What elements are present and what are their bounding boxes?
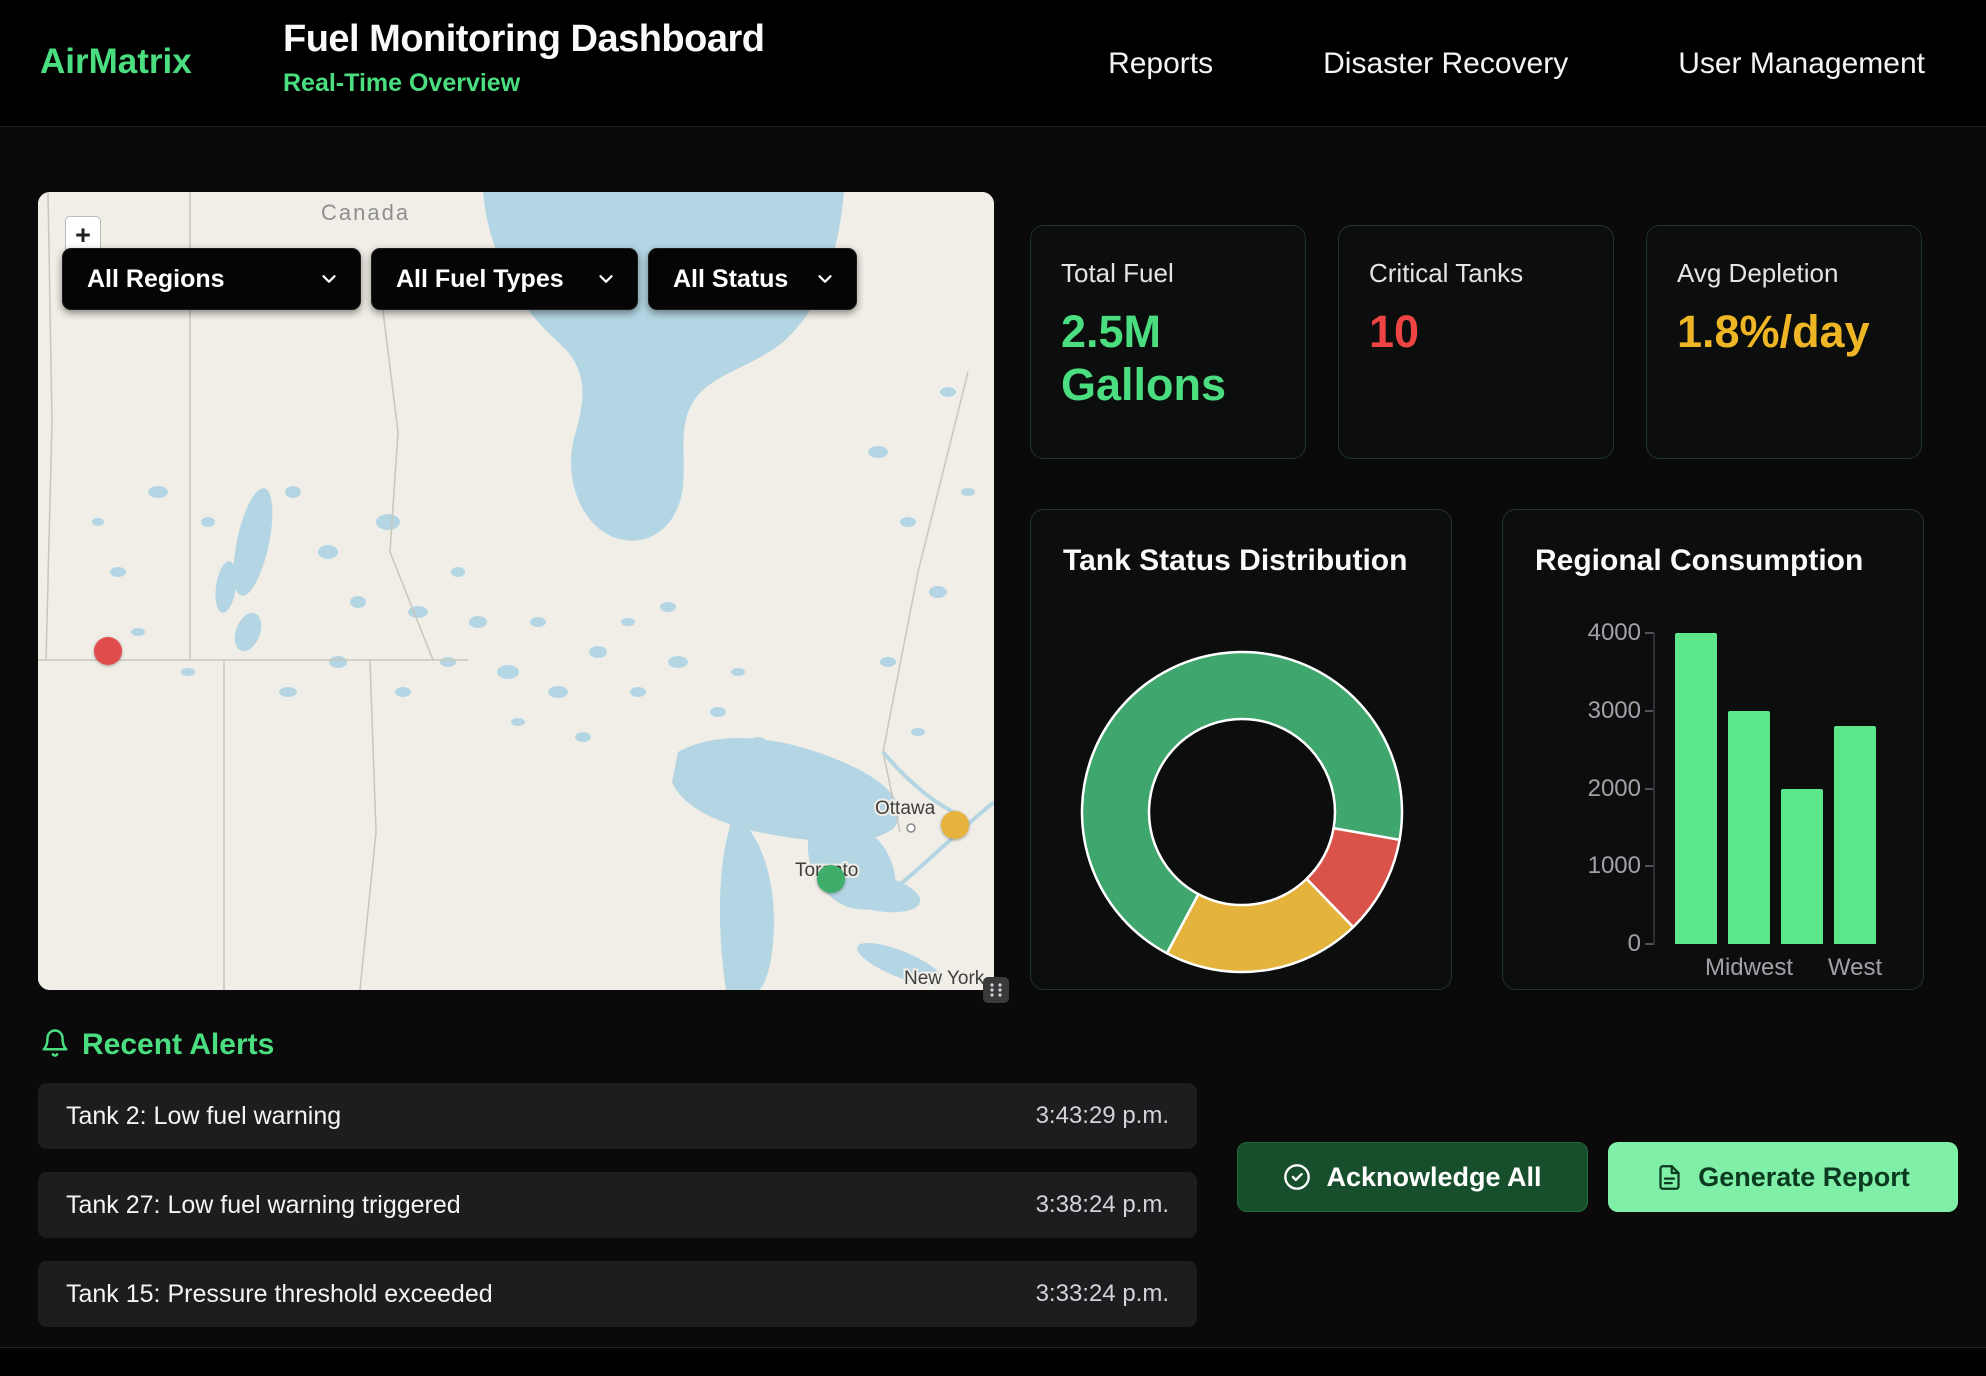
map-label-canada: Canada xyxy=(321,200,410,225)
chevron-down-icon xyxy=(595,268,617,290)
map-panel[interactable]: Canada Ottawa Toronto New York + All Reg… xyxy=(38,192,994,990)
alert-time: 3:33:24 p.m. xyxy=(1036,1280,1169,1308)
fuel-type-filter-value: All Fuel Types xyxy=(396,265,564,294)
stat-card-avg-depletion: Avg Depletion 1.8%/day xyxy=(1646,225,1922,459)
stat-label: Avg Depletion xyxy=(1677,258,1891,289)
alert-row[interactable]: Tank 2: Low fuel warning 3:43:29 p.m. xyxy=(38,1083,1197,1149)
stat-label: Critical Tanks xyxy=(1369,258,1583,289)
consumption-bar-2 xyxy=(1781,789,1823,945)
y-axis-tick-label: 3000 xyxy=(1563,697,1641,725)
stat-value-total-fuel: 2.5M Gallons xyxy=(1061,305,1275,411)
stat-value-critical-tanks: 10 xyxy=(1369,305,1583,358)
donut-chart-title: Tank Status Distribution xyxy=(1063,544,1407,578)
fuel-type-filter-dropdown[interactable]: All Fuel Types xyxy=(371,248,638,310)
consumption-bar-1 xyxy=(1728,711,1770,944)
status-filter-dropdown[interactable]: All Status xyxy=(648,248,857,310)
report-document-icon xyxy=(1656,1164,1683,1191)
recent-alerts-heading: Recent Alerts xyxy=(82,1028,274,1062)
x-axis-tick-label: Midwest xyxy=(1705,954,1793,982)
y-axis-tick-label: 4000 xyxy=(1563,619,1641,647)
footer-bar xyxy=(0,1347,1986,1376)
map-label-new-york: New York xyxy=(904,968,985,989)
map-marker-critical[interactable] xyxy=(94,637,122,665)
chevron-down-icon xyxy=(318,268,340,290)
status-filter-value: All Status xyxy=(673,265,788,294)
nav-reports[interactable]: Reports xyxy=(1108,47,1213,81)
generate-report-label: Generate Report xyxy=(1698,1162,1910,1193)
bar-chart-title: Regional Consumption xyxy=(1535,544,1863,578)
map-marker-normal[interactable] xyxy=(817,865,845,893)
region-filter-value: All Regions xyxy=(87,265,225,294)
consumption-bar-3 xyxy=(1834,726,1876,944)
y-axis-tick-label: 0 xyxy=(1563,930,1641,958)
app-header: AirMatrix Fuel Monitoring Dashboard Real… xyxy=(0,0,1986,127)
alert-row[interactable]: Tank 27: Low fuel warning triggered 3:38… xyxy=(38,1172,1197,1238)
y-axis-tick-label: 2000 xyxy=(1563,775,1641,803)
map-label-ottawa: Ottawa xyxy=(875,798,936,819)
nav-user-management[interactable]: User Management xyxy=(1678,47,1925,81)
chevron-down-icon xyxy=(814,268,836,290)
alert-time: 3:43:29 p.m. xyxy=(1036,1102,1169,1130)
map-canvas: Canada Ottawa Toronto New York xyxy=(38,192,994,990)
grip-dots-icon xyxy=(988,982,1004,998)
title-block: Fuel Monitoring Dashboard Real-Time Over… xyxy=(283,18,764,98)
map-city-dot-ottawa xyxy=(907,824,915,832)
bell-icon xyxy=(40,1028,70,1058)
stat-value-avg-depletion: 1.8%/day xyxy=(1677,305,1891,358)
generate-report-button[interactable]: Generate Report xyxy=(1608,1142,1958,1212)
y-axis-tick-label: 1000 xyxy=(1563,852,1641,880)
alert-message: Tank 15: Pressure threshold exceeded xyxy=(66,1280,493,1309)
alert-message: Tank 2: Low fuel warning xyxy=(66,1102,341,1131)
check-circle-icon xyxy=(1283,1163,1311,1191)
stat-label: Total Fuel xyxy=(1061,258,1275,289)
stat-card-critical-tanks: Critical Tanks 10 xyxy=(1338,225,1614,459)
region-filter-dropdown[interactable]: All Regions xyxy=(62,248,361,310)
tank-status-donut-chart xyxy=(1072,642,1412,982)
page-title: Fuel Monitoring Dashboard xyxy=(283,18,764,61)
app-logo[interactable]: AirMatrix xyxy=(40,42,192,82)
alert-time: 3:38:24 p.m. xyxy=(1036,1191,1169,1219)
regional-consumption-bar-chart xyxy=(1675,633,1885,944)
consumption-bar-0 xyxy=(1675,633,1717,944)
map-resize-handle[interactable] xyxy=(983,977,1009,1003)
acknowledge-all-button[interactable]: Acknowledge All xyxy=(1237,1142,1588,1212)
fuel-monitoring-dashboard: AirMatrix Fuel Monitoring Dashboard Real… xyxy=(0,0,1986,1376)
alert-row[interactable]: Tank 15: Pressure threshold exceeded 3:3… xyxy=(38,1261,1197,1327)
x-axis-tick-label: West xyxy=(1828,954,1882,982)
tank-status-distribution-panel: Tank Status Distribution xyxy=(1030,509,1452,990)
acknowledge-all-label: Acknowledge All xyxy=(1326,1162,1541,1193)
regional-consumption-panel: Regional Consumption 0 1000 2000 3000 4000 M… xyxy=(1502,509,1924,990)
bar-chart-axis-line xyxy=(1653,633,1655,945)
stat-card-total-fuel: Total Fuel 2.5M Gallons xyxy=(1030,225,1306,459)
nav-disaster-recovery[interactable]: Disaster Recovery xyxy=(1323,47,1568,81)
main-nav: Reports Disaster Recovery User Managemen… xyxy=(1108,0,1925,127)
map-filter-bar: All Regions All Fuel Types All Status xyxy=(62,248,857,310)
page-subtitle: Real-Time Overview xyxy=(283,69,764,98)
alert-message: Tank 27: Low fuel warning triggered xyxy=(66,1191,461,1220)
map-marker-warning[interactable] xyxy=(941,811,969,839)
